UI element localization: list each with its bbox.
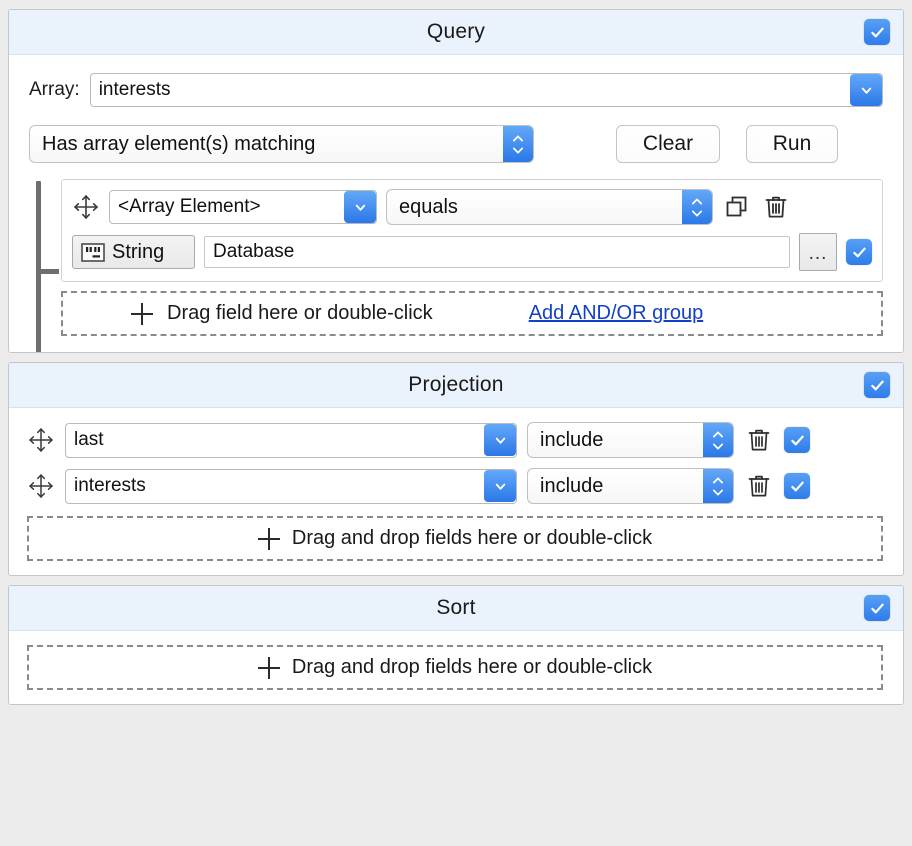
projection-panel: Projection last include interests includ… <box>8 362 904 576</box>
condition-group-area: <Array Element> equals String Database .… <box>29 179 883 352</box>
projection-mode-popup[interactable]: include <box>527 422 734 458</box>
projection-field-combo[interactable]: interests <box>65 468 517 504</box>
sort-dropzone[interactable]: Drag and drop fields here or double-clic… <box>27 645 883 690</box>
projection-mode-stepper[interactable] <box>703 469 733 503</box>
chevron-up-icon <box>691 198 703 204</box>
delete-condition-button[interactable] <box>761 192 791 222</box>
match-mode-value: Has array element(s) matching <box>42 132 316 155</box>
array-combo-chevron-down-icon[interactable] <box>850 74 882 106</box>
checkmark-icon <box>852 247 866 257</box>
query-panel-header: Query <box>9 10 903 55</box>
chevron-up-icon <box>712 431 724 437</box>
projection-field-chevron-down-icon[interactable] <box>484 424 516 456</box>
projection-panel-title: Projection <box>408 373 504 396</box>
plus-icon <box>131 302 153 325</box>
string-type-icon <box>81 242 105 262</box>
projection-mode-value: include <box>540 428 604 451</box>
chevron-down-icon <box>512 147 524 153</box>
sort-panel-title: Sort <box>436 596 476 619</box>
array-label: Array: <box>29 79 80 100</box>
condition-value-input[interactable]: Database <box>204 236 790 268</box>
projection-mode-value: include <box>540 474 604 497</box>
query-panel: Query Array: interests Has array element… <box>8 9 904 353</box>
duplicate-condition-button[interactable] <box>722 192 752 222</box>
chevron-down-icon <box>712 443 724 449</box>
and-or-bracket <box>36 181 60 352</box>
chevron-up-icon <box>712 477 724 483</box>
delete-projection-button[interactable] <box>744 425 774 455</box>
sort-panel-body: Drag and drop fields here or double-clic… <box>9 631 903 704</box>
condition-operator-popup[interactable]: equals <box>386 189 713 225</box>
query-dropzone-text: Drag field here or double-click <box>167 302 433 324</box>
projection-field-value[interactable]: interests <box>66 470 484 502</box>
projection-field-chevron-down-icon[interactable] <box>484 470 516 502</box>
plus-icon <box>257 656 280 679</box>
projection-row: interests include <box>27 468 883 504</box>
checkmark-icon <box>870 380 884 390</box>
condition-field-chevron-down-icon[interactable] <box>344 191 376 223</box>
add-and-or-group-link[interactable]: Add AND/OR group <box>529 302 704 325</box>
match-mode-row: Has array element(s) matching Clear Run <box>29 125 883 163</box>
projection-mode-stepper[interactable] <box>703 423 733 457</box>
panel-gap-2 <box>0 576 912 585</box>
condition-type-label: String <box>112 240 165 263</box>
delete-projection-button[interactable] <box>744 471 774 501</box>
projection-dropzone[interactable]: Drag and drop fields here or double-clic… <box>27 516 883 561</box>
top-spacer <box>0 0 912 9</box>
panel-gap-1 <box>0 353 912 362</box>
trash-icon <box>748 429 770 451</box>
match-mode-popup[interactable]: Has array element(s) matching <box>29 125 534 163</box>
move-handle-icon[interactable] <box>27 472 55 500</box>
chevron-up-icon <box>512 135 524 141</box>
array-combo[interactable]: interests <box>89 73 883 107</box>
plus-icon <box>257 527 280 550</box>
condition-field-combo[interactable]: <Array Element> <box>109 190 377 224</box>
run-button[interactable]: Run <box>746 125 838 163</box>
checkmark-icon <box>870 27 884 37</box>
sort-panel-header: Sort <box>9 586 903 631</box>
projection-enabled-row-checkbox[interactable] <box>784 473 810 499</box>
projection-field-combo[interactable]: last <box>65 422 517 458</box>
projection-row: last include <box>27 422 883 458</box>
projection-dropzone-text: Drag and drop fields here or double-clic… <box>291 527 653 549</box>
condition-row-value: String Database ... <box>72 233 872 271</box>
query-enabled-checkbox[interactable] <box>864 19 890 45</box>
trash-icon <box>748 475 770 497</box>
condition-enabled-checkbox[interactable] <box>846 239 872 265</box>
chevron-down-icon <box>691 210 703 216</box>
chevron-down-icon <box>712 489 724 495</box>
query-panel-title: Query <box>426 20 486 43</box>
condition-field-value[interactable]: <Array Element> <box>110 191 344 223</box>
array-field-row: Array: interests <box>29 73 883 107</box>
condition-value-more-button[interactable]: ... <box>799 233 837 271</box>
query-panel-body: Array: interests Has array element(s) ma… <box>9 55 903 352</box>
array-combo-value[interactable]: interests <box>91 74 850 106</box>
condition-group: <Array Element> equals String Database .… <box>61 179 883 282</box>
match-mode-stepper[interactable] <box>503 126 533 162</box>
condition-row-field: <Array Element> equals <box>72 189 872 225</box>
move-handle-icon[interactable] <box>72 193 100 221</box>
projection-enabled-checkbox[interactable] <box>864 372 890 398</box>
projection-panel-body: last include interests include Drag and … <box>9 408 903 575</box>
condition-operator-value: equals <box>399 195 458 218</box>
projection-mode-popup[interactable]: include <box>527 468 734 504</box>
move-handle-icon[interactable] <box>27 426 55 454</box>
projection-enabled-row-checkbox[interactable] <box>784 427 810 453</box>
sort-dropzone-text: Drag and drop fields here or double-clic… <box>291 656 653 678</box>
condition-type-button[interactable]: String <box>72 235 195 269</box>
checkmark-icon <box>790 481 804 491</box>
sort-enabled-checkbox[interactable] <box>864 595 890 621</box>
checkmark-icon <box>870 603 884 613</box>
projection-field-value[interactable]: last <box>66 424 484 456</box>
projection-panel-header: Projection <box>9 363 903 408</box>
sort-panel: Sort Drag and drop fields here or double… <box>8 585 904 705</box>
condition-operator-stepper[interactable] <box>682 190 712 224</box>
checkmark-icon <box>790 435 804 445</box>
copy-icon <box>726 196 747 217</box>
query-dropzone[interactable]: Drag field here or double-click Add AND/… <box>61 291 883 336</box>
clear-button[interactable]: Clear <box>616 125 720 163</box>
trash-icon <box>765 196 787 218</box>
